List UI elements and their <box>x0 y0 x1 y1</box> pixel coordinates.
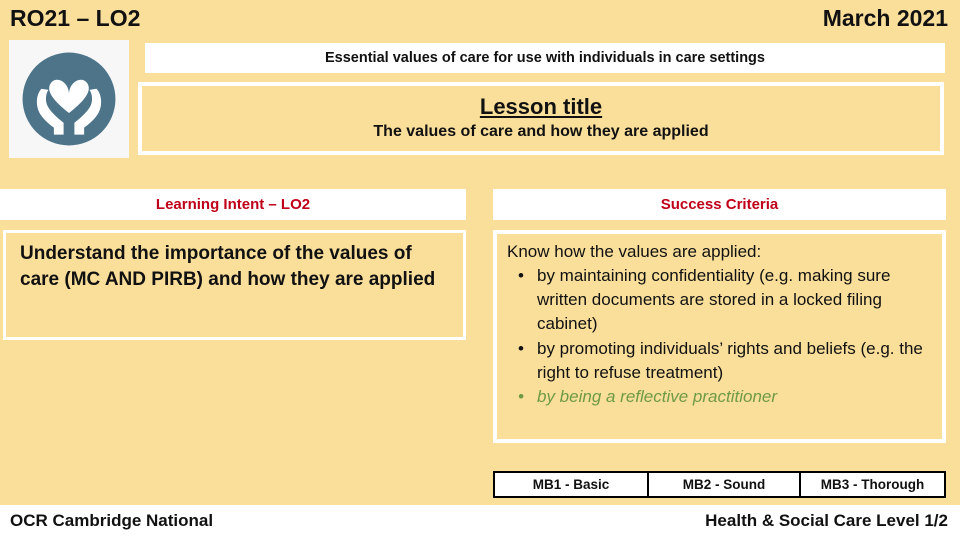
page-title: RO21 – LO2 <box>10 5 141 31</box>
learning-intent-heading: Learning Intent – LO2 <box>0 189 466 220</box>
mark-band-cell-mb3: MB3 - Thorough <box>799 473 944 496</box>
learning-intent-heading-text: Learning Intent – LO2 <box>155 196 311 213</box>
bullet-icon: • <box>518 338 524 358</box>
success-criteria-heading-text: Success Criteria <box>660 196 779 213</box>
list-item: • by maintaining confidentiality (e.g. m… <box>505 264 936 336</box>
footer-left-text: OCR Cambridge National <box>10 511 214 530</box>
success-criteria-panel: Know how the values are applied: • by ma… <box>493 230 946 443</box>
bullet-icon: • <box>518 266 524 286</box>
logo <box>9 40 129 158</box>
essential-values-banner-text: Essential values of care for use with in… <box>325 50 765 66</box>
list-item-text: by being a reflective practitioner <box>537 386 778 406</box>
learning-intent-text: Understand the importance of the values … <box>20 243 436 291</box>
lesson-subtitle: The values of care and how they are appl… <box>373 123 709 141</box>
bullet-icon: • <box>518 386 524 406</box>
essential-values-banner: Essential values of care for use with in… <box>145 43 945 73</box>
list-item-text: by maintaining confidentiality (e.g. mak… <box>537 266 891 334</box>
success-criteria-lead: Know how the values are applied: <box>507 242 762 261</box>
slide-canvas: RO21 – LO2 March 2021 Essential values o… <box>0 0 960 540</box>
footer-right-text: Health & Social Care Level 1/2 <box>705 511 948 530</box>
success-criteria-heading: Success Criteria <box>493 189 946 220</box>
success-criteria-list: • by maintaining confidentiality (e.g. m… <box>505 264 936 409</box>
list-item-text: by promoting individuals’ rights and bel… <box>537 338 923 382</box>
lesson-title-box: Lesson title The values of care and how … <box>138 82 944 155</box>
mark-band-cell-mb2: MB2 - Sound <box>647 473 799 496</box>
header-date: March 2021 <box>822 5 948 31</box>
learning-intent-panel: Understand the importance of the values … <box>3 230 466 340</box>
list-item: • by promoting individuals’ rights and b… <box>505 337 936 385</box>
mark-band-bar: MB1 - Basic MB2 - Sound MB3 - Thorough <box>493 471 946 498</box>
mark-band-cell-mb1: MB1 - Basic <box>495 473 647 496</box>
lesson-title: Lesson title <box>479 93 603 119</box>
heart-in-hands-icon <box>15 45 123 153</box>
list-item: • by being a reflective practitioner <box>505 385 936 409</box>
